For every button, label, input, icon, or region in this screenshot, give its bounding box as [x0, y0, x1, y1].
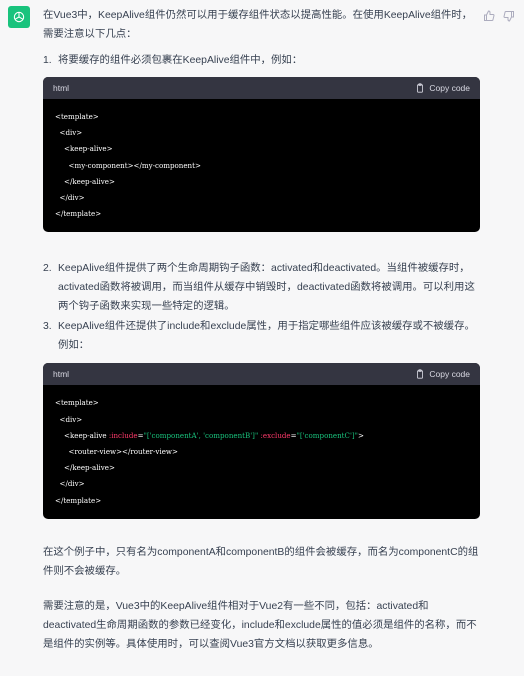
list-text: 将要缓存的组件必须包裹在KeepAlive组件中，例如：	[58, 55, 303, 66]
code-header: html Copy code	[43, 77, 480, 99]
list-item: 1. 将要缓存的组件必须包裹在KeepAlive组件中，例如： html Cop…	[43, 51, 480, 233]
code-line: <router-view></router-view>	[55, 447, 178, 457]
thumbs-up-icon[interactable]	[483, 9, 495, 21]
code-line: <keep-alive>	[55, 144, 113, 154]
clipboard-icon	[417, 369, 424, 380]
code-line: <div>	[55, 414, 83, 424]
list-number: 2.	[43, 263, 52, 275]
clipboard-icon	[417, 83, 424, 93]
list-number: 1.	[43, 55, 52, 66]
list-item: 3. KeepAlive组件还提供了include和exclude属性，用于指定…	[43, 317, 480, 355]
code-line: <my-component></my-component>	[55, 160, 201, 170]
code-line: <template>	[55, 398, 99, 408]
explanation-paragraph: 在这个例子中，只有名为componentA和componentB的组件会被缓存，…	[43, 546, 479, 577]
code-line: </div>	[55, 479, 85, 489]
assistant-message: 在Vue3中，KeepAlive组件仍然可以用于缓存组件状态以提高性能。在使用K…	[43, 6, 480, 654]
copy-code-button[interactable]: Copy code	[415, 365, 470, 384]
assistant-avatar	[8, 6, 30, 28]
list-text: KeepAlive组件还提供了include和exclude属性，用于指定哪些组…	[58, 321, 475, 352]
code-content: <template> <div> <keep-alive> <my-compon…	[43, 99, 480, 232]
code-attr-include: :include	[108, 430, 138, 440]
note-paragraph: 需要注意的是，Vue3中的KeepAlive组件相对于Vue2有一些不同，包括：…	[43, 600, 477, 650]
code-line: </template>	[55, 495, 102, 505]
copy-code-label: Copy code	[429, 82, 470, 93]
openai-logo-icon	[13, 11, 25, 23]
code-content: <template> <div> <keep-alive :include="[…	[43, 385, 480, 518]
code-string-include: "['componentA', 'componentB']"	[143, 430, 259, 440]
intro-paragraph: 在Vue3中，KeepAlive组件仍然可以用于缓存组件状态以提高性能。在使用K…	[43, 10, 473, 40]
code-attr-exclude: :exclude	[260, 430, 291, 440]
code-line: </keep-alive>	[55, 176, 115, 186]
list-item: 2. KeepAlive组件提供了两个生命周期钩子函数：activated和de…	[43, 259, 480, 316]
thumbs-down-icon[interactable]	[503, 9, 515, 22]
code-block: html Copy code <template> <div> <keep-al…	[43, 363, 480, 519]
code-header: html Copy code	[43, 363, 480, 386]
code-line: </div>	[55, 193, 85, 203]
code-line: <div>	[55, 128, 83, 138]
code-line: </template>	[55, 209, 102, 219]
list-number: 3.	[43, 321, 52, 333]
code-tag: <keep-alive	[55, 430, 109, 440]
code-line: </keep-alive>	[55, 463, 115, 473]
message-actions	[483, 9, 515, 22]
list-text: KeepAlive组件提供了两个生命周期钩子函数：activated和deact…	[58, 263, 475, 313]
code-line: <keep-alive :include="['componentA', 'co…	[55, 428, 470, 444]
code-tag-end: >	[357, 430, 364, 440]
code-line: <template>	[55, 112, 99, 121]
code-block: html Copy code <template> <div> <keep-al…	[43, 77, 480, 233]
code-language: html	[53, 82, 70, 93]
copy-code-button[interactable]: Copy code	[415, 79, 470, 98]
code-string-exclude: "['componentC']"	[296, 430, 358, 440]
copy-code-label: Copy code	[429, 368, 470, 379]
code-language: html	[53, 368, 70, 379]
